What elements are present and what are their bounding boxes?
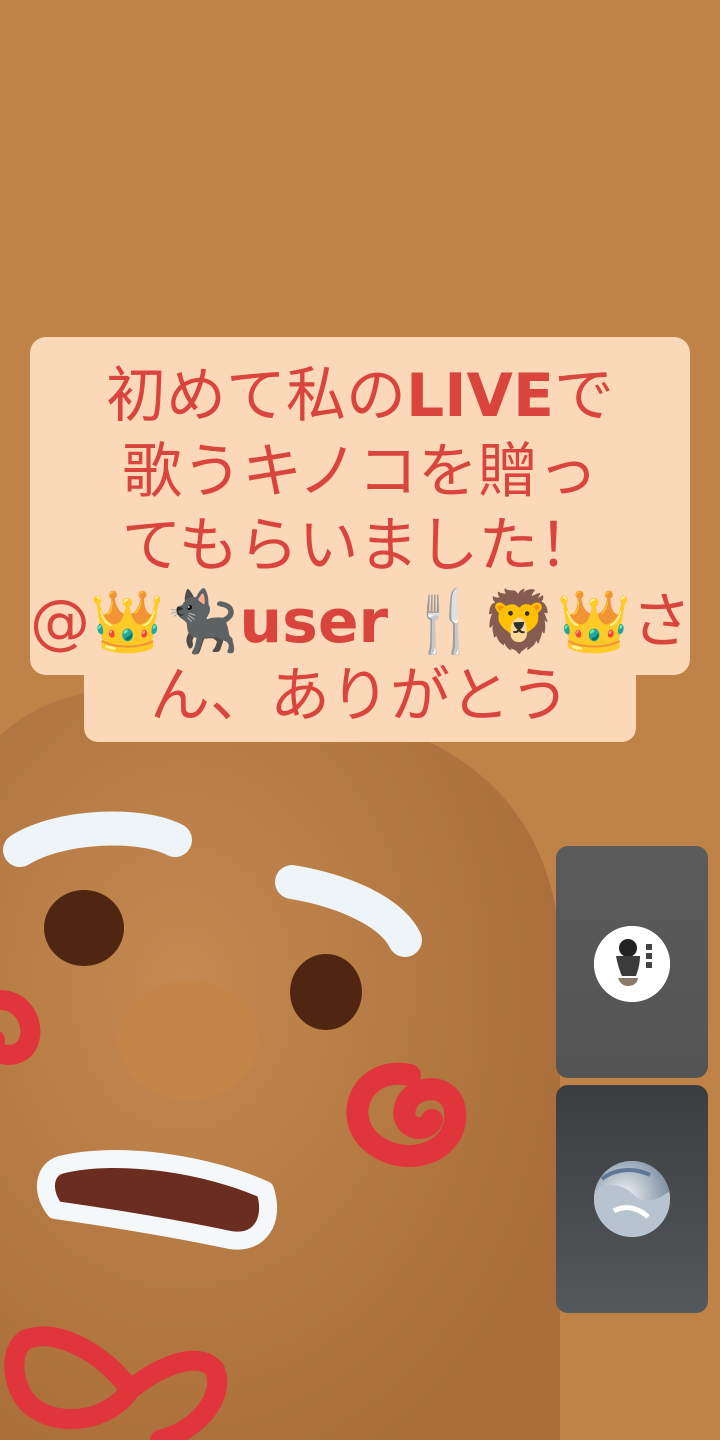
live-stream-screen: 初めて私のLIVEで 歌うキノコを贈っ てもらいました！ @👑🐈‍⬛user 🍴…	[0, 0, 720, 1440]
caption-line-5: ん、ありがとう	[150, 661, 570, 731]
participant-tile[interactable]	[556, 846, 708, 1078]
avatar-icon[interactable]	[594, 926, 670, 1002]
avatar-icon[interactable]	[594, 1161, 670, 1237]
caption-line-1: 初めて私のLIVEで	[106, 361, 614, 431]
caption-line-3: てもらいました！	[121, 511, 599, 581]
participant-tile[interactable]	[556, 1085, 708, 1313]
caption-line-4: @👑🐈‍⬛user 🍴🦁👑さ	[30, 587, 692, 657]
caption-line-2: 歌うキノコを贈っ	[122, 437, 598, 507]
